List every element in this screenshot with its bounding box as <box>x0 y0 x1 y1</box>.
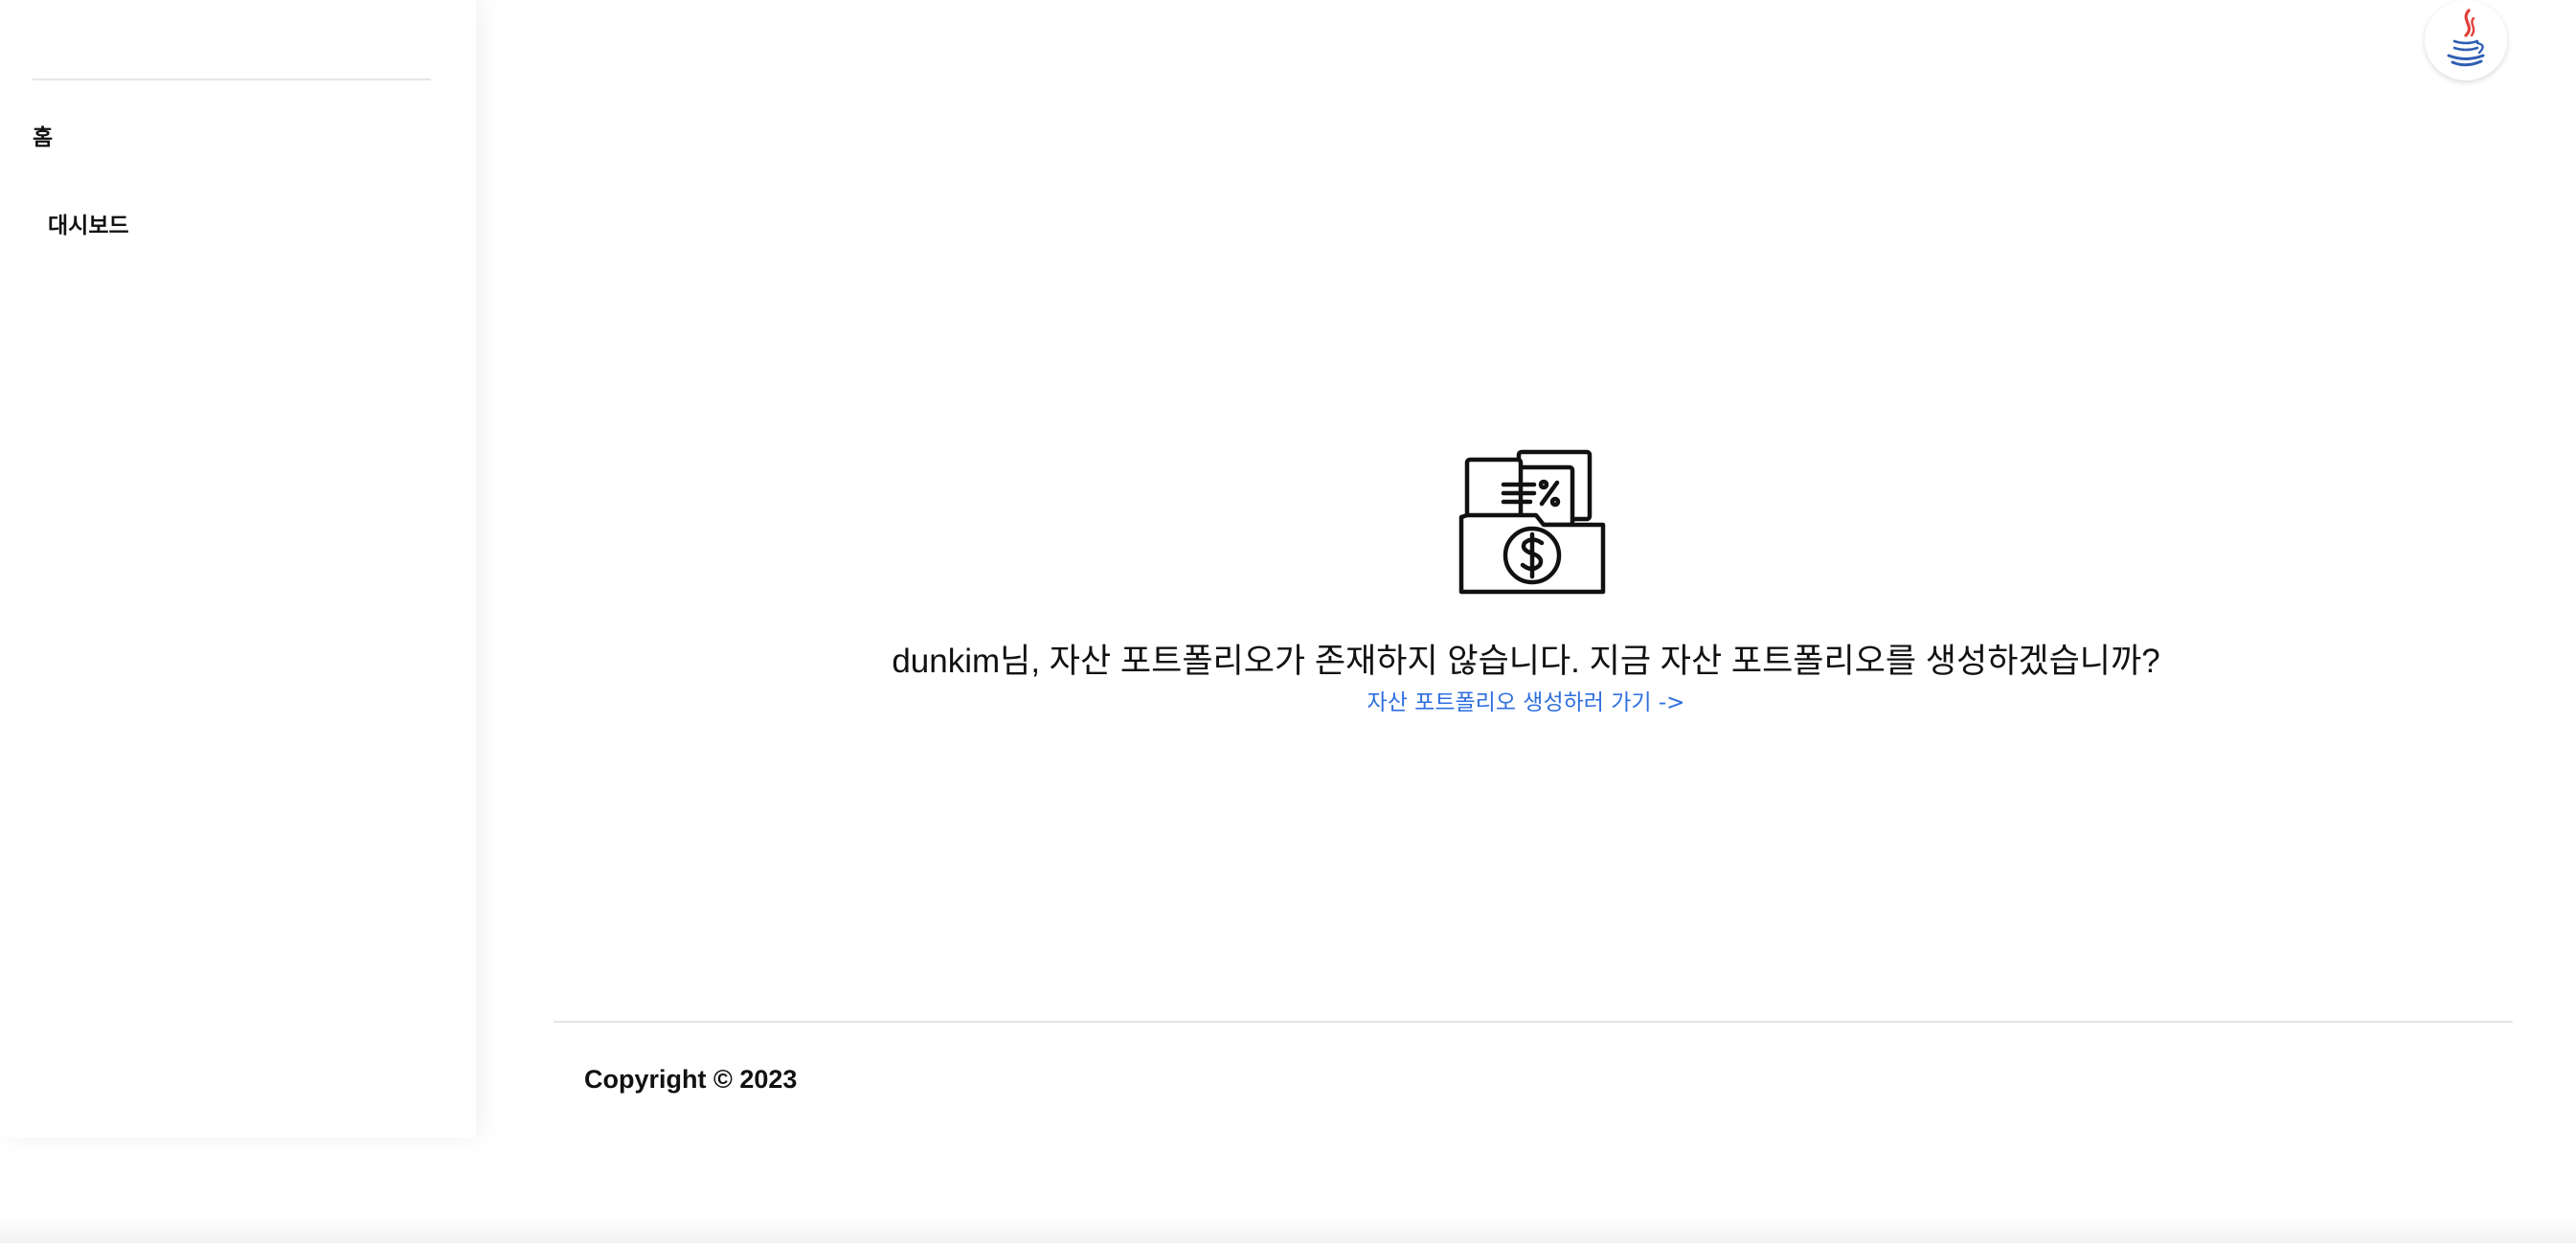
create-portfolio-link[interactable]: 자산 포트폴리오 생성하러 가기 -> <box>1367 690 1685 715</box>
empty-state-link-wrapper: 자산 포트폴리오 생성하러 가기 -> <box>476 684 2576 716</box>
sidebar: 홈 대시보드 <box>0 0 476 1138</box>
sidebar-divider <box>33 79 431 80</box>
footer-copyright: Copyright © 2023 <box>584 1065 798 1094</box>
java-coffee-cup-icon <box>2447 9 2485 67</box>
avatar[interactable] <box>2425 0 2507 80</box>
folder-dollar-icon <box>1458 449 1606 595</box>
sidebar-item-dashboard[interactable]: 대시보드 <box>48 207 129 239</box>
app-root: 홈 대시보드 dunkim님, 자산 포트폴리오가 존재하지 않습니다. 지금 … <box>0 0 2576 1243</box>
empty-state-message: dunkim님, 자산 포트폴리오가 존재하지 않습니다. 지금 자산 포트폴리… <box>892 643 2160 680</box>
sidebar-heading-home: 홈 <box>33 125 54 150</box>
footer-divider <box>554 1021 2513 1023</box>
bottom-strip <box>0 1138 2576 1243</box>
